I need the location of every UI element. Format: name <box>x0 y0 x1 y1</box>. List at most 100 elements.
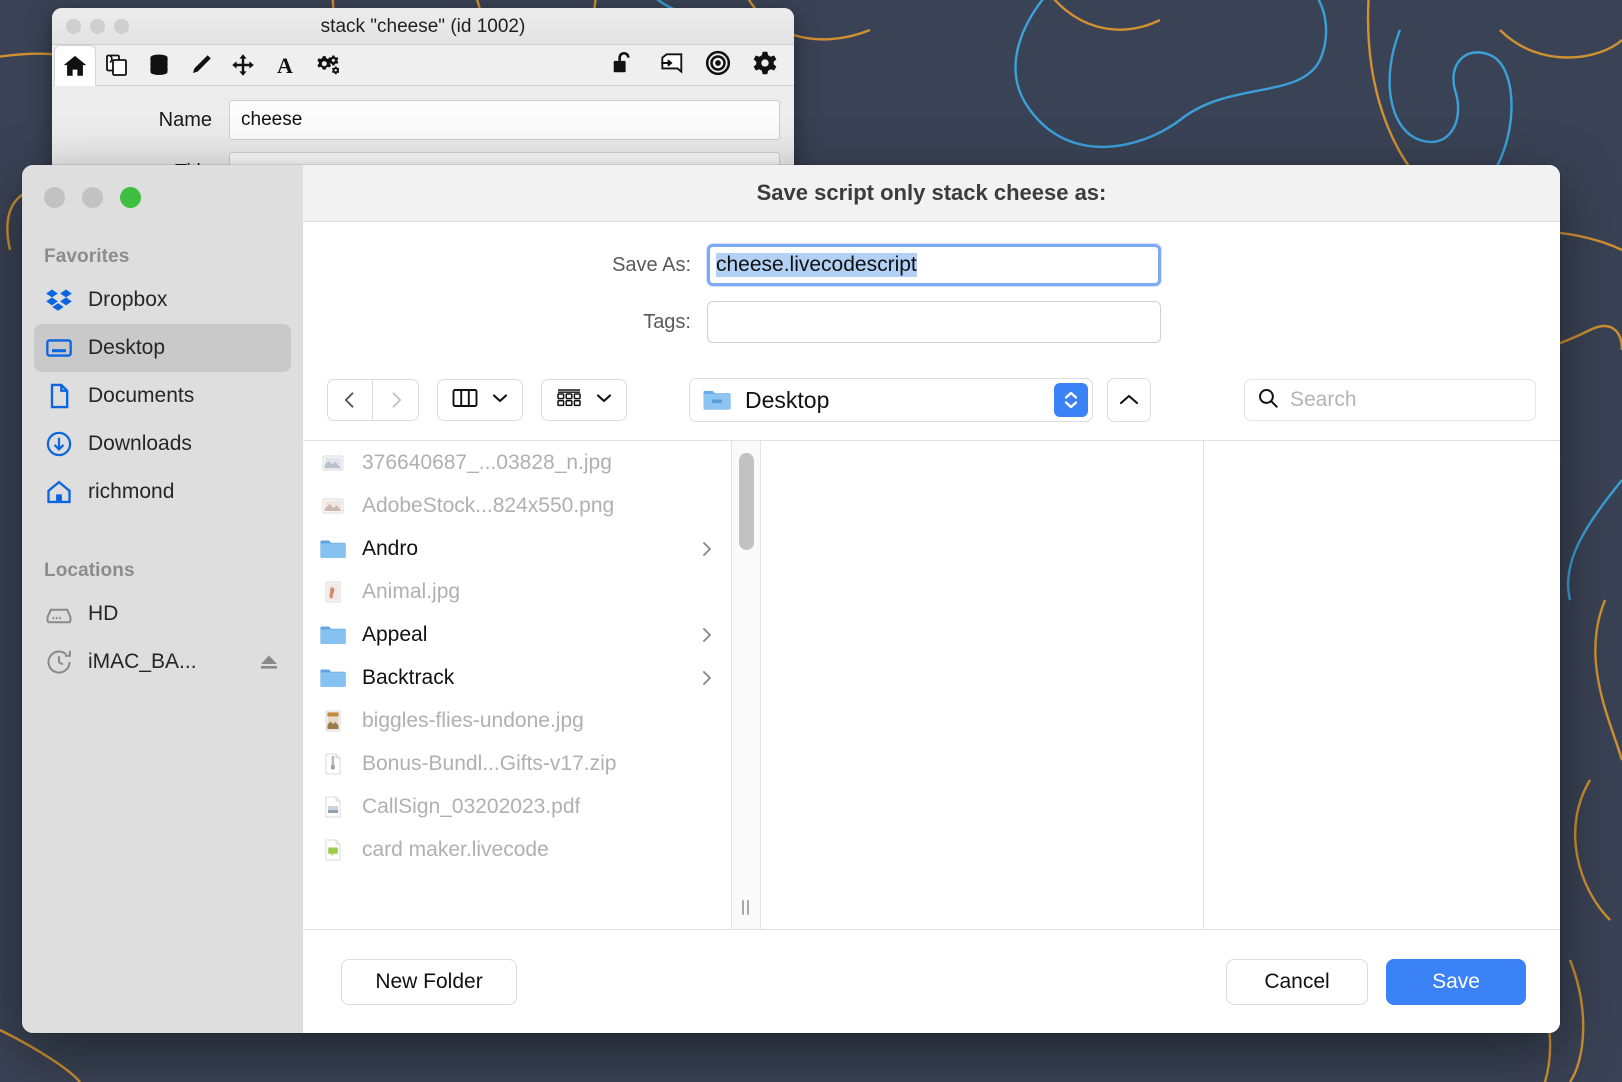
save-as-input[interactable]: cheese.livecodescript <box>707 244 1161 286</box>
file-name: CallSign_03202023.pdf <box>362 794 581 818</box>
dialog-fields-area: Save As: cheese.livecodescript Tags: <box>303 222 1560 372</box>
list-item[interactable]: Appeal <box>303 613 731 656</box>
list-item[interactable]: 376640687_...03828_n.jpg <box>303 441 731 484</box>
back-button[interactable] <box>327 379 373 421</box>
sidebar-item-documents[interactable]: Documents <box>34 372 291 420</box>
search-icon <box>1257 387 1279 414</box>
sidebar-item-desktop[interactable]: Desktop <box>34 324 291 372</box>
sidebar-item-hd[interactable]: HD <box>34 590 291 638</box>
scrollbar-thumb[interactable] <box>739 453 754 550</box>
column-scrollbar[interactable] <box>732 441 760 929</box>
view-mode-button[interactable] <box>437 379 523 421</box>
list-item[interactable]: Animal.jpg <box>303 570 731 613</box>
home-house-icon <box>44 477 74 507</box>
column-resize-handle[interactable] <box>742 900 751 915</box>
sidebar-item-label: iMAC_BA... <box>88 650 197 673</box>
chevron-down-icon <box>596 391 612 409</box>
list-item[interactable]: Backtrack <box>303 656 731 699</box>
save-file-dialog[interactable]: Favorites Dropbox Desktop Documents Down… <box>22 165 1560 1033</box>
gear-icon[interactable] <box>752 50 778 81</box>
file-name: Andro <box>362 536 419 560</box>
save-button[interactable]: Save <box>1386 958 1526 1005</box>
list-item[interactable]: CallSign_03202023.pdf <box>303 785 731 828</box>
eject-icon[interactable] <box>257 650 281 674</box>
file-name: 376640687_...03828_n.jpg <box>362 450 612 474</box>
chevron-right-icon <box>700 669 714 687</box>
close-button[interactable] <box>44 187 65 208</box>
dialog-sidebar: Favorites Dropbox Desktop Documents Down… <box>22 165 303 1033</box>
path-label: Desktop <box>745 386 830 413</box>
sidebar-section-favorites-header: Favorites <box>44 246 130 267</box>
pdf-file-icon <box>319 793 347 821</box>
dialog-titlebar[interactable]: Save script only stack cheese as: <box>303 165 1560 222</box>
zip-file-icon <box>319 750 347 778</box>
stack-name-value: cheese <box>241 109 303 130</box>
file-name: Appeal <box>362 622 428 646</box>
search-input[interactable]: Search <box>1244 379 1536 421</box>
path-stepper-icon[interactable] <box>1054 383 1088 417</box>
new-folder-button[interactable]: New Folder <box>341 958 517 1005</box>
column-view-icon <box>452 387 478 414</box>
unlock-padlock-icon[interactable] <box>611 50 637 81</box>
preview-column-3[interactable] <box>1204 441 1560 929</box>
preview-column-2[interactable] <box>761 441 1203 929</box>
dropbox-icon <box>44 285 74 315</box>
cancel-button[interactable]: Cancel <box>1226 958 1368 1005</box>
stack-database-icon[interactable] <box>138 45 180 86</box>
home-icon[interactable] <box>54 44 96 86</box>
dialog-main-panel: Save script only stack cheese as: Save A… <box>303 165 1560 1033</box>
list-item[interactable]: Bonus-Bundl...Gifts-v17.zip <box>303 742 731 785</box>
search-placeholder: Search <box>1290 388 1357 411</box>
sidebar-item-label: richmond <box>88 480 175 503</box>
list-item[interactable]: card maker.livecode <box>303 828 731 871</box>
minimize-button[interactable] <box>82 187 103 208</box>
file-list-column[interactable]: 376640687_...03828_n.jpg AdobeStock...82… <box>303 441 731 929</box>
copy-cards-icon[interactable] <box>96 45 138 86</box>
save-label: Save <box>1432 969 1480 993</box>
script-hand-icon[interactable] <box>658 50 684 81</box>
text-a-icon[interactable]: A <box>264 45 306 86</box>
tags-row: Tags: <box>303 301 1560 343</box>
time-machine-icon <box>44 647 74 677</box>
file-browser-columns: 376640687_...03828_n.jpg AdobeStock...82… <box>303 440 1560 929</box>
sidebar-item-imac-backup[interactable]: iMAC_BA... <box>34 638 291 686</box>
folder-icon <box>702 387 732 413</box>
target-bullseye-icon[interactable] <box>705 50 731 81</box>
forward-button[interactable] <box>373 379 419 421</box>
zoom-button[interactable] <box>120 187 141 208</box>
file-name: Backtrack <box>362 665 455 689</box>
file-name: card maker.livecode <box>362 837 549 861</box>
path-popup-button[interactable]: Desktop <box>689 378 1093 422</box>
list-item[interactable]: biggles-flies-undone.jpg <box>303 699 731 742</box>
stack-name-input[interactable]: cheese <box>229 100 780 140</box>
list-item[interactable]: AdobeStock...824x550.png <box>303 484 731 527</box>
sidebar-item-dropbox[interactable]: Dropbox <box>34 276 291 324</box>
list-item[interactable]: Andro <box>303 527 731 570</box>
gears-icon[interactable] <box>306 45 348 86</box>
pencil-icon[interactable] <box>180 45 222 86</box>
stack-window-title: stack "cheese" (id 1002) <box>320 16 526 37</box>
stack-name-row: Name cheese <box>66 100 780 140</box>
image-file-icon <box>319 578 347 606</box>
tags-input[interactable] <box>707 301 1161 343</box>
sidebar-item-label: Documents <box>88 384 195 407</box>
cancel-label: Cancel <box>1264 969 1330 993</box>
file-name: AdobeStock...824x550.png <box>362 493 615 517</box>
move-arrows-icon[interactable] <box>222 45 264 86</box>
folder-icon <box>319 664 347 692</box>
save-as-row: Save As: cheese.livecodescript <box>303 244 1560 286</box>
sidebar-item-label: Dropbox <box>88 288 168 311</box>
document-page-icon <box>44 381 74 411</box>
dialog-title: Save script only stack cheese as: <box>756 180 1107 205</box>
stack-window-titlebar[interactable]: stack "cheese" (id 1002) <box>52 8 794 45</box>
group-by-button[interactable] <box>541 379 627 421</box>
sidebar-item-label: Downloads <box>88 432 192 455</box>
sidebar-item-downloads[interactable]: Downloads <box>34 420 291 468</box>
stack-toolbar[interactable]: A <box>52 44 794 86</box>
group-by-icon <box>556 387 582 414</box>
sidebar-item-richmond[interactable]: richmond <box>34 468 291 516</box>
sidebar-section-locations-header: Locations <box>44 560 135 581</box>
go-up-button[interactable] <box>1107 378 1151 422</box>
hard-drive-icon <box>44 599 74 629</box>
image-file-icon <box>319 707 347 735</box>
